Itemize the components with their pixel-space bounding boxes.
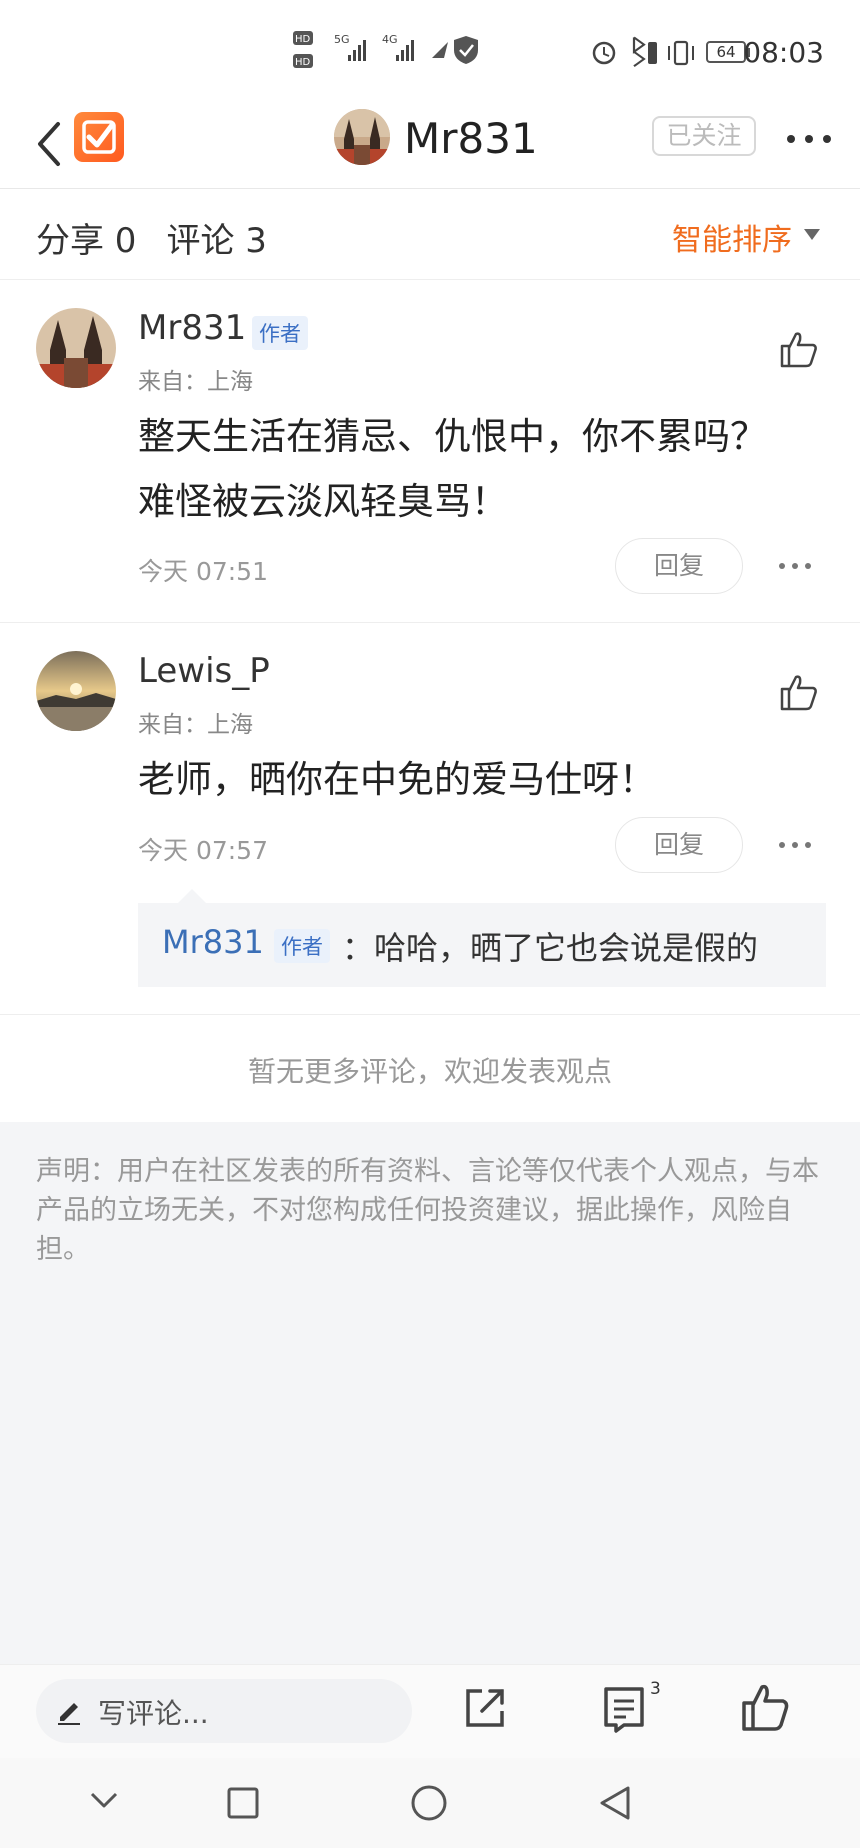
checkmark-icon <box>82 120 116 154</box>
svg-text:5G: 5G <box>334 33 350 46</box>
comment-time: 今天 07:57 <box>138 836 268 865</box>
disclaimer-text: 声明：用户在社区发表的所有资料、言论等仅代表个人观点，与本产品的立场无关，不对您… <box>36 1156 819 1265</box>
write-comment-input[interactable]: 写评论... <box>36 1679 412 1743</box>
sort-dropdown[interactable]: 智能排序 <box>672 215 792 259</box>
sub-reply-author[interactable]: Mr831 <box>162 923 264 961</box>
counts: 分享 0 评论 3 <box>36 213 267 262</box>
comment-text: 老师，晒你在中免的爱马仕呀！ <box>138 747 838 812</box>
divider <box>0 1014 860 1015</box>
author-tag: 作者 <box>252 316 308 350</box>
stats-bar: 分享 0 评论 3 智能排序 <box>0 189 860 280</box>
follow-button[interactable]: 已关注 <box>652 116 756 156</box>
avatar-image <box>36 308 116 388</box>
avatar[interactable] <box>36 651 116 731</box>
comment-line: 难怪被云淡风轻臭骂！ <box>138 480 508 523</box>
clock: 08:03 <box>743 36 824 69</box>
comment-author[interactable]: Lewis_P <box>138 651 270 691</box>
recent-apps-icon[interactable] <box>226 1786 260 1820</box>
system-icons <box>592 36 694 67</box>
more-options-icon[interactable] <box>778 841 812 849</box>
avatar-image <box>36 651 116 731</box>
svg-text:HD: HD <box>295 57 311 68</box>
back-arrow-icon[interactable] <box>32 118 66 170</box>
sub-reply-text: ：哈哈，晒了它也会说是假的 <box>342 929 759 967</box>
svg-text:4G: 4G <box>382 33 398 46</box>
reply-button[interactable]: 回复 <box>615 538 743 594</box>
bottom-action-bar: 写评论... 3 <box>0 1664 860 1759</box>
header-username: Mr831 <box>404 114 538 163</box>
more-options-icon[interactable] <box>778 562 812 570</box>
like-icon[interactable] <box>778 671 820 713</box>
comment-author[interactable]: Mr831 <box>138 308 246 348</box>
header-avatar[interactable] <box>334 109 390 165</box>
back-icon[interactable] <box>598 1784 632 1822</box>
more-options-icon[interactable] <box>786 134 832 144</box>
home-icon[interactable] <box>410 1784 448 1822</box>
like-icon[interactable] <box>740 1681 790 1733</box>
network-status-icons: HD HD 5G 4G <box>293 31 478 68</box>
share-icon[interactable] <box>462 1685 508 1731</box>
svg-text:HD: HD <box>295 34 311 45</box>
comment-text: 整天生活在猜忌、仇恨中，你不累吗？ 难怪被云淡风轻臭骂！ <box>138 404 838 534</box>
status-bar: HD HD 5G 4G 64 08:03 <box>0 0 860 104</box>
pen-icon <box>58 1703 80 1725</box>
author-tag: 作者 <box>274 929 330 963</box>
caret-down-icon[interactable] <box>804 229 820 240</box>
reply-button[interactable]: 回复 <box>615 817 743 873</box>
comments-badge: 3 <box>650 1679 661 1699</box>
disclaimer-section: 声明：用户在社区发表的所有资料、言论等仅代表个人观点，与本产品的立场无关，不对您… <box>0 1122 860 1664</box>
write-comment-placeholder: 写评论... <box>98 1697 209 1730</box>
comment-count[interactable]: 评论 3 <box>166 221 266 261</box>
share-count[interactable]: 分享 0 <box>36 221 136 261</box>
comment-time: 今天 07:51 <box>138 557 268 586</box>
comment-line: 整天生活在猜忌、仇恨中，你不累吗？ <box>138 415 767 458</box>
avatar[interactable] <box>36 308 116 388</box>
battery-icon: 64 <box>706 41 750 63</box>
comment-location: 来自：上海 <box>138 712 253 738</box>
app-logo <box>74 112 124 162</box>
comment-item: Mr831 作者 来自：上海 整天生活在猜忌、仇恨中，你不累吗？ 难怪被云淡风轻… <box>0 280 860 620</box>
no-more-comments: 暂无更多评论，欢迎发表观点 <box>247 1055 612 1088</box>
comments-icon[interactable] <box>602 1685 646 1733</box>
top-navigation-bar: Mr831 已关注 <box>0 104 860 189</box>
comment-line: 老师，晒你在中免的爱马仕呀！ <box>138 758 656 801</box>
sub-reply[interactable]: Mr831 作者 ：哈哈，晒了它也会说是假的 <box>138 889 826 987</box>
like-icon[interactable] <box>778 328 820 370</box>
chevron-down-icon[interactable] <box>88 1788 120 1812</box>
comment-location: 来自：上海 <box>138 369 253 395</box>
avatar-image <box>334 109 390 165</box>
system-navigation-bar <box>0 1758 860 1848</box>
